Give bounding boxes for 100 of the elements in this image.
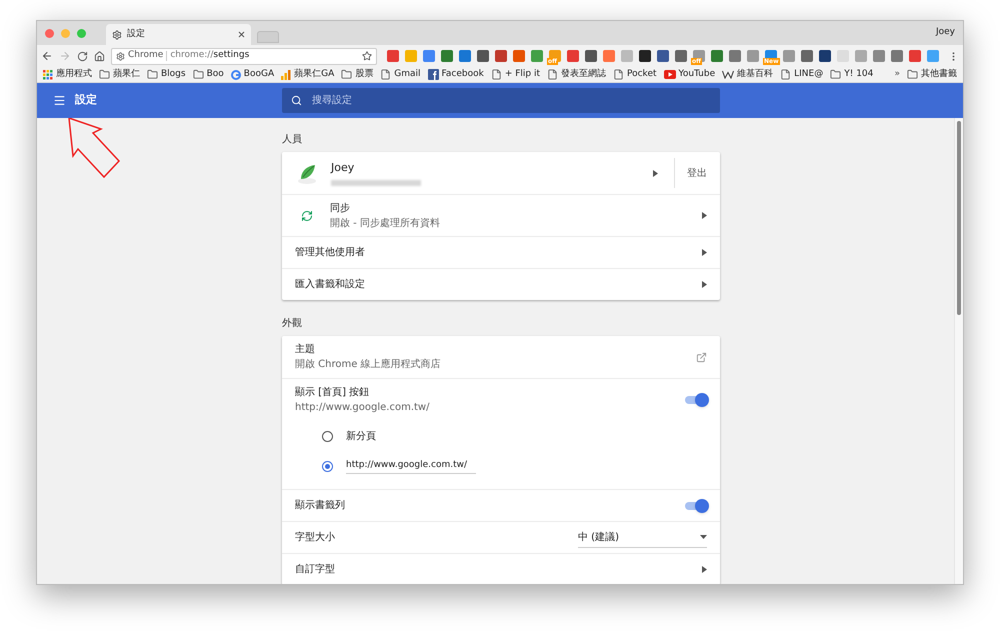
radio-button[interactable] — [322, 430, 333, 442]
bookmark-item[interactable]: Y! 104 — [830, 68, 874, 82]
row-title: 匯入書籤和設定 — [295, 278, 366, 292]
extension-icon[interactable] — [819, 50, 831, 62]
dropdown-caret-icon — [700, 535, 707, 539]
bookmark-item[interactable]: Facebook — [428, 68, 484, 82]
extension-icon[interactable] — [891, 50, 903, 62]
close-tab-icon[interactable] — [238, 31, 245, 38]
row-subtitle: http://www.google.com.tw/ — [295, 401, 430, 415]
google-g-icon — [230, 70, 241, 80]
extension-icon[interactable] — [477, 50, 489, 62]
folder-icon — [341, 69, 352, 80]
extension-icon[interactable] — [639, 50, 651, 62]
toggle-switch[interactable] — [685, 498, 707, 512]
back-button[interactable] — [41, 50, 53, 62]
row-title: 顯示 [首頁] 按鈕 — [295, 386, 370, 400]
row-title: 字型大小 — [295, 530, 336, 545]
page-icon — [490, 69, 502, 80]
sync-icon — [301, 210, 313, 222]
bookmark-item[interactable]: Gmail — [380, 68, 421, 82]
chevron-right-icon — [653, 170, 658, 176]
extension-icon[interactable] — [585, 50, 597, 62]
url-text: chrome://settings — [170, 49, 250, 62]
bookmark-item[interactable]: YouTube — [664, 68, 716, 82]
row-subtitle: 開啟 Chrome 線上應用程式商店 — [295, 358, 442, 372]
address-bar[interactable]: Chrome chrome://settings — [111, 48, 377, 64]
bookmark-item[interactable]: 股票 — [341, 68, 374, 82]
bookmark-item[interactable]: Boo — [192, 68, 224, 82]
browser-tab[interactable]: 設定 — [106, 24, 251, 45]
scrollbar[interactable] — [954, 118, 963, 584]
search-input[interactable]: 搜尋設定 — [312, 93, 711, 108]
serif-w-icon — [722, 70, 734, 79]
extension-icon[interactable] — [495, 50, 507, 62]
page-icon — [380, 69, 392, 80]
profile-name: Joey — [331, 160, 356, 176]
radio-button[interactable] — [322, 460, 333, 472]
menu-icon[interactable] — [53, 94, 66, 107]
search-field[interactable]: 搜尋設定 — [282, 88, 720, 113]
theme-row[interactable]: 主題 開啟 Chrome 線上應用程式商店 — [282, 336, 720, 378]
bookmark-item[interactable]: BooGA — [230, 68, 274, 82]
bookmarks-overflow-button[interactable]: » — [894, 68, 900, 82]
bookmark-item[interactable]: Pocket — [613, 68, 657, 82]
extension-icon[interactable] — [441, 50, 453, 62]
extension-icon[interactable] — [459, 50, 471, 62]
folder-icon — [907, 69, 918, 80]
extension-icon[interactable] — [675, 50, 687, 62]
row-title: 管理其他使用者 — [295, 246, 366, 260]
close-window-button[interactable] — [45, 28, 54, 38]
row-subtitle: 開啟 - 同步處理所有資料 — [330, 216, 441, 230]
bookmark-item[interactable]: LINE@ — [780, 68, 824, 82]
bookmark-item[interactable]: 蘋果仁GA — [281, 68, 334, 82]
external-link-icon[interactable] — [696, 352, 707, 362]
profile-name[interactable]: Joey — [936, 26, 955, 40]
extension-icon[interactable] — [657, 50, 669, 62]
sign-out-button[interactable]: 登出 — [683, 166, 707, 180]
bookmark-star-icon[interactable] — [362, 51, 372, 61]
extension-icon[interactable] — [729, 50, 741, 62]
play-button-icon — [664, 70, 676, 79]
extension-icon[interactable] — [711, 50, 723, 62]
radio-label: 新分頁 — [346, 430, 376, 444]
bookmark-item[interactable]: Blogs — [147, 68, 186, 82]
bookmark-item[interactable]: 發表至網誌 — [547, 68, 606, 82]
bookmark-item[interactable]: 蘋果仁 — [99, 68, 140, 82]
settings-link-row[interactable]: 管理其他使用者 — [282, 236, 720, 268]
extension-icon[interactable] — [801, 50, 813, 62]
settings-link-row[interactable]: 自訂字型 — [282, 553, 720, 584]
home-button[interactable] — [94, 50, 105, 62]
search-icon — [291, 95, 302, 106]
font-size-select[interactable]: 中 (建議) — [578, 528, 707, 548]
home-url-input[interactable]: http://www.google.com.tw/ — [346, 458, 476, 474]
chevron-right-icon — [702, 212, 707, 219]
site-label: Chrome — [128, 49, 164, 62]
maximize-window-button[interactable] — [77, 28, 86, 38]
row-title: 主題 — [295, 342, 316, 357]
page-icon — [547, 69, 558, 80]
folder-icon — [99, 69, 110, 80]
reload-button[interactable] — [77, 50, 88, 62]
chevron-right-icon — [702, 249, 707, 256]
bookmark-item[interactable]: 維基百科 — [722, 68, 774, 82]
forward-button[interactable] — [59, 50, 71, 62]
page-icon — [613, 69, 624, 80]
minimize-window-button[interactable] — [61, 28, 70, 38]
facebook-f-icon — [428, 69, 439, 80]
toggle-switch[interactable] — [685, 393, 707, 407]
folder-icon — [192, 69, 204, 80]
section-title: 外觀 — [282, 316, 303, 331]
sync-row[interactable]: 同步 開啟 - 同步處理所有資料 — [282, 194, 720, 236]
other-bookmarks-item[interactable]: 其他書籤 — [907, 68, 957, 82]
bookmark-item[interactable]: + Flip it — [490, 68, 540, 82]
settings-link-row[interactable]: 匯入書籤和設定 — [282, 268, 720, 300]
page-title: 設定 — [75, 92, 97, 108]
row-title: 顯示書籤列 — [295, 498, 346, 513]
new-tab-button[interactable] — [257, 31, 279, 43]
section-title: 人員 — [282, 133, 303, 147]
row-title: 同步 — [330, 202, 351, 216]
bookmark-item[interactable]: 應用程式 — [43, 68, 92, 82]
page-icon — [780, 69, 792, 80]
gear-icon — [112, 30, 122, 40]
apps-grid-icon — [43, 70, 53, 80]
bar-chart-icon — [281, 70, 292, 80]
